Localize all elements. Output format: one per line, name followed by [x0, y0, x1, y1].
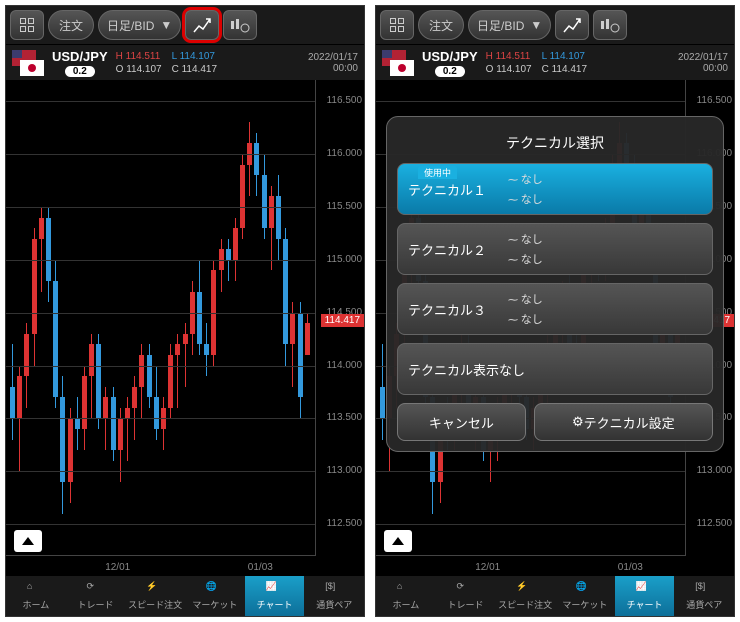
tab-icon: 📈: [266, 581, 284, 597]
technical-rows: テクニカル１使用中なしなしテクニカル２なしなしテクニカル３なしなし: [397, 163, 713, 335]
phone-left: 注文 日足/BID▼ USD/JPY 0.2 H 114.511 L 114.1…: [5, 5, 365, 617]
tab-icon: [$]: [325, 581, 343, 597]
spread-badge: 0.2: [435, 66, 465, 77]
technical-row-3[interactable]: テクニカル３なしなし: [397, 283, 713, 335]
tab-2[interactable]: ⚡スピード注文: [125, 576, 185, 616]
x-axis: 12/0101/03: [6, 555, 316, 576]
tab-0[interactable]: ⌂ホーム: [6, 576, 66, 616]
chart-up-icon: [193, 17, 211, 33]
tab-3[interactable]: 🌐マーケット: [555, 576, 615, 616]
infobar: USD/JPY 0.2 H 114.511 L 114.107 O 114.10…: [376, 45, 734, 81]
timeframe-dropdown[interactable]: 日足/BID▼: [98, 10, 181, 40]
tab-icon: ⌂: [27, 581, 45, 597]
tab-icon: 🌐: [576, 581, 594, 597]
candlestick-chart: [10, 80, 312, 556]
tab-label: トレード: [448, 598, 484, 611]
currency-flags: [12, 50, 44, 76]
ohlc-values: H 114.511 L 114.107 O 114.107 C 114.417: [486, 51, 587, 75]
technical-settings-button[interactable]: ⚙ テクニカル設定: [534, 403, 713, 441]
x-axis: 12/0101/03: [376, 555, 686, 576]
bottom-nav: ⌂ホーム⟳トレード⚡スピード注文🌐マーケット📈チャート[$]通貨ペア: [376, 576, 734, 616]
chart-settings-button[interactable]: [223, 10, 257, 40]
tab-label: トレード: [78, 598, 114, 611]
technical-label: テクニカル３: [408, 300, 508, 319]
layout-grid-button[interactable]: [10, 10, 44, 40]
tab-2[interactable]: ⚡スピード注文: [495, 576, 555, 616]
tab-icon: ⚡: [146, 581, 164, 597]
pair-name: USD/JPY: [52, 49, 108, 64]
order-button[interactable]: 注文: [48, 10, 94, 40]
candles-gear-icon: [600, 17, 620, 33]
tab-5[interactable]: [$]通貨ペア: [304, 576, 364, 616]
tab-3[interactable]: 🌐マーケット: [185, 576, 245, 616]
expand-button[interactable]: [14, 530, 42, 552]
tab-4[interactable]: 📈チャート: [615, 576, 675, 616]
tab-label: マーケット: [562, 598, 607, 611]
datetime: 2022/01/1700:00: [678, 52, 728, 74]
technical-button[interactable]: [185, 10, 219, 40]
technical-button[interactable]: [555, 10, 589, 40]
tab-icon: ⟳: [87, 581, 105, 597]
tab-label: チャート: [627, 598, 663, 611]
candles-gear-icon: [230, 17, 250, 33]
tab-icon: [$]: [695, 581, 713, 597]
technical-none-row[interactable]: テクニカル表示なし: [397, 343, 713, 395]
tab-1[interactable]: ⟳トレード: [436, 576, 496, 616]
tab-1[interactable]: ⟳トレード: [66, 576, 126, 616]
datetime: 2022/01/1700:00: [308, 52, 358, 74]
topbar: 注文 日足/BID▼: [6, 6, 364, 45]
tab-icon: ⌂: [397, 581, 415, 597]
layout-grid-button[interactable]: [380, 10, 414, 40]
tab-icon: 🌐: [206, 581, 224, 597]
technical-label: テクニカル１使用中: [408, 180, 508, 199]
tab-label: ホーム: [22, 598, 49, 611]
gear-icon: ⚙: [572, 414, 584, 430]
technical-row-1[interactable]: テクニカル１使用中なしなし: [397, 163, 713, 215]
current-price-tag: 114.417: [321, 314, 364, 327]
technical-label: テクニカル２: [408, 240, 508, 259]
infobar: USD/JPY 0.2 H 114.511 L 114.107 O 114.10…: [6, 45, 364, 81]
modal-title: テクニカル選択: [397, 127, 713, 163]
chart-settings-button[interactable]: [593, 10, 627, 40]
expand-button[interactable]: [384, 530, 412, 552]
tab-icon: 📈: [636, 581, 654, 597]
tab-icon: ⟳: [457, 581, 475, 597]
timeframe-dropdown[interactable]: 日足/BID▼: [468, 10, 551, 40]
tab-icon: ⚡: [516, 581, 534, 597]
spread-badge: 0.2: [65, 66, 95, 77]
grid-icon: [390, 18, 404, 32]
ohlc-values: H 114.511 L 114.107 O 114.107 C 114.417: [116, 51, 217, 75]
technical-row-2[interactable]: テクニカル２なしなし: [397, 223, 713, 275]
tab-label: チャート: [257, 598, 293, 611]
chart-area[interactable]: 116.500116.000115.500115.000114.500114.0…: [6, 80, 364, 576]
tab-4[interactable]: 📈チャート: [245, 576, 305, 616]
bottom-nav: ⌂ホーム⟳トレード⚡スピード注文🌐マーケット📈チャート[$]通貨ペア: [6, 576, 364, 616]
topbar: 注文 日足/BID▼: [376, 6, 734, 45]
tab-5[interactable]: [$]通貨ペア: [674, 576, 734, 616]
grid-icon: [20, 18, 34, 32]
tab-label: マーケット: [192, 598, 237, 611]
tab-label: スピード注文: [498, 598, 552, 611]
technical-select-modal: テクニカル選択 テクニカル１使用中なしなしテクニカル２なしなしテクニカル３なしな…: [386, 116, 724, 452]
tab-label: スピード注文: [128, 598, 182, 611]
tab-label: ホーム: [392, 598, 419, 611]
order-button[interactable]: 注文: [418, 10, 464, 40]
tab-0[interactable]: ⌂ホーム: [376, 576, 436, 616]
chevron-down-icon: ▼: [530, 18, 542, 32]
phone-right: 注文 日足/BID▼ USD/JPY 0.2 H 114.511 L 114.1…: [375, 5, 735, 617]
cancel-button[interactable]: キャンセル: [397, 403, 526, 441]
in-use-badge: 使用中: [418, 166, 457, 179]
pair-name: USD/JPY: [422, 49, 478, 64]
tab-label: 通貨ペア: [686, 598, 722, 611]
chevron-down-icon: ▼: [160, 18, 172, 32]
tab-label: 通貨ペア: [316, 598, 352, 611]
currency-flags: [382, 50, 414, 76]
chart-up-icon: [563, 17, 581, 33]
